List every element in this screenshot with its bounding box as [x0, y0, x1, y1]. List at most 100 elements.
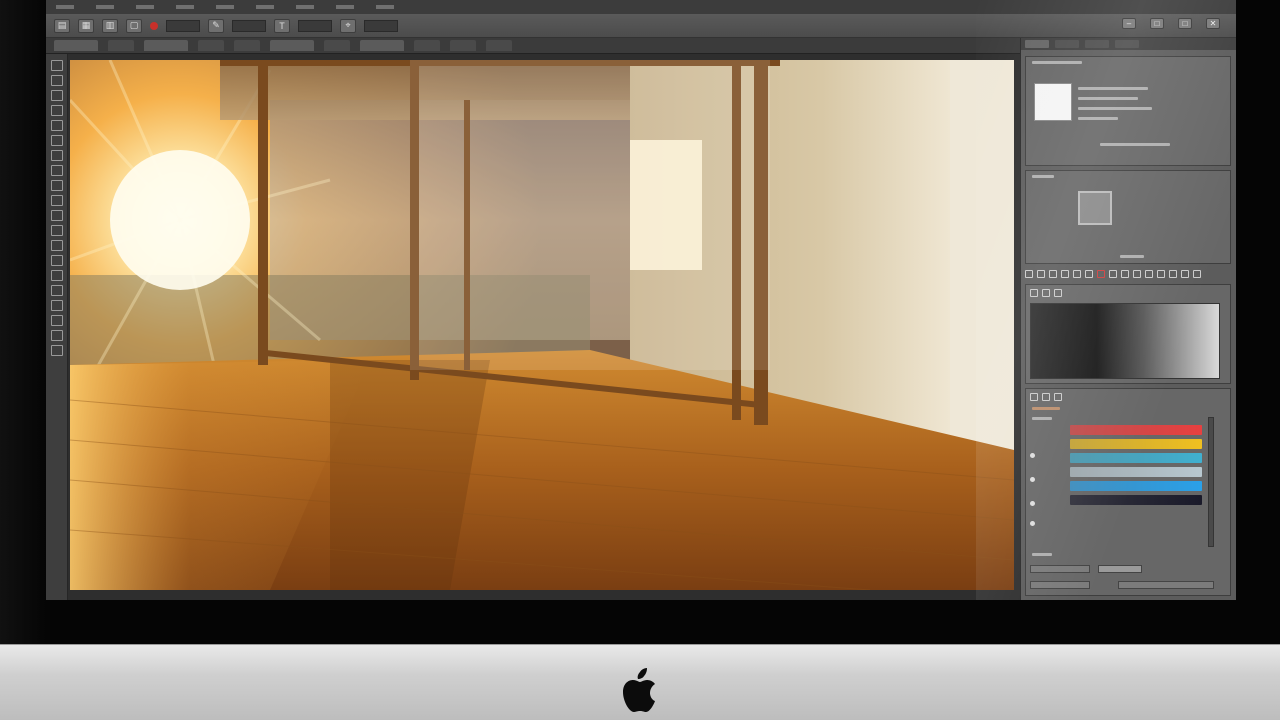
curves-icon[interactable]: [1049, 270, 1057, 278]
layer-lock-icon[interactable]: [1054, 393, 1062, 401]
color-balance-icon[interactable]: [1097, 270, 1105, 278]
document-tab[interactable]: [324, 40, 350, 51]
clone-tool-icon[interactable]: [50, 180, 63, 191]
menu-item[interactable]: [336, 5, 354, 9]
menu-item[interactable]: [96, 5, 114, 9]
type-tool-icon[interactable]: [50, 285, 63, 296]
layers-icon[interactable]: ▥: [102, 18, 118, 33]
posterize-icon[interactable]: [1157, 270, 1165, 278]
layer-option-field[interactable]: [1030, 581, 1090, 589]
color-swatch[interactable]: [1078, 191, 1112, 225]
layers-scrollbar[interactable]: [1208, 417, 1214, 547]
menu-item[interactable]: [176, 5, 194, 9]
menu-item[interactable]: [56, 5, 74, 9]
hue-icon[interactable]: [1085, 270, 1093, 278]
menu-item[interactable]: [216, 5, 234, 9]
document-tab[interactable]: [198, 40, 224, 51]
brightness-icon[interactable]: [1025, 270, 1033, 278]
window-icon[interactable]: ▢: [126, 18, 142, 33]
brush-icon[interactable]: ✎: [208, 18, 224, 33]
options-field-3[interactable]: [298, 19, 332, 32]
minimize-button[interactable]: –: [1122, 18, 1136, 29]
grid-icon[interactable]: ▦: [78, 18, 94, 33]
blur-tool-icon[interactable]: [50, 240, 63, 251]
move-tool-icon[interactable]: [50, 60, 63, 71]
image-canvas[interactable]: [70, 60, 1014, 590]
panel-action-button[interactable]: [1100, 143, 1170, 146]
selective-color-icon[interactable]: [1193, 270, 1201, 278]
layer-color-stripe[interactable]: [1070, 481, 1202, 491]
menu-item[interactable]: [256, 5, 274, 9]
navigator-preview[interactable]: [1030, 303, 1220, 379]
channel-mixer-icon[interactable]: [1133, 270, 1141, 278]
layer-color-stripe[interactable]: [1070, 425, 1202, 435]
layer-option-field[interactable]: [1030, 565, 1090, 573]
document-tab[interactable]: [144, 40, 188, 51]
crop-tool-icon[interactable]: [50, 120, 63, 131]
layer-visibility-icon[interactable]: [1030, 501, 1035, 506]
layer-color-stripe[interactable]: [1070, 439, 1202, 449]
document-tab[interactable]: [108, 40, 134, 51]
layer-visibility-icon[interactable]: [1030, 453, 1035, 458]
layer-kind-icon[interactable]: [1042, 393, 1050, 401]
gradient-tool-icon[interactable]: [50, 225, 63, 236]
invert-icon[interactable]: [1145, 270, 1153, 278]
menu-item[interactable]: [136, 5, 154, 9]
threshold-icon[interactable]: [1169, 270, 1177, 278]
text-icon[interactable]: T: [274, 18, 290, 33]
healing-tool-icon[interactable]: [50, 150, 63, 161]
path-select-tool-icon[interactable]: [50, 300, 63, 311]
document-tab[interactable]: [270, 40, 314, 51]
exposure-icon[interactable]: [1061, 270, 1069, 278]
restore-button[interactable]: □: [1178, 18, 1192, 29]
hand-tool-icon[interactable]: [50, 330, 63, 341]
menu-item[interactable]: [376, 5, 394, 9]
layer-option-field[interactable]: [1098, 565, 1142, 573]
document-tab[interactable]: [360, 40, 404, 51]
layer-color-stripe[interactable]: [1070, 495, 1202, 505]
levels-icon[interactable]: [1037, 270, 1045, 278]
document-tab[interactable]: [486, 40, 512, 51]
close-button[interactable]: ✕: [1206, 18, 1220, 29]
layer-option-field[interactable]: [1118, 581, 1214, 589]
gradient-map-icon[interactable]: [1181, 270, 1189, 278]
layer-visibility-icon[interactable]: [1030, 477, 1035, 482]
options-field-4[interactable]: [364, 19, 398, 32]
vibrance-icon[interactable]: [1073, 270, 1081, 278]
dodge-tool-icon[interactable]: [50, 255, 63, 266]
layer-color-stripe[interactable]: [1070, 467, 1202, 477]
maximize-button[interactable]: □: [1150, 18, 1164, 29]
panel-tab[interactable]: [1115, 40, 1139, 48]
eyedropper-tool-icon[interactable]: [50, 135, 63, 146]
document-tab[interactable]: [234, 40, 260, 51]
pen-tool-icon[interactable]: [50, 270, 63, 281]
document-tab[interactable]: [450, 40, 476, 51]
brush-tool-icon[interactable]: [50, 165, 63, 176]
layer-filter-icon[interactable]: [1030, 393, 1038, 401]
menu-item[interactable]: [296, 5, 314, 9]
document-tab[interactable]: [414, 40, 440, 51]
photo-filter-icon[interactable]: [1121, 270, 1129, 278]
dropper-icon[interactable]: ⌖: [340, 18, 356, 33]
lasso-tool-icon[interactable]: [50, 90, 63, 101]
marquee-tool-icon[interactable]: [50, 75, 63, 86]
fit-icon[interactable]: [1054, 289, 1062, 297]
panel-tab[interactable]: [1085, 40, 1109, 48]
eraser-tool-icon[interactable]: [50, 210, 63, 221]
magic-wand-tool-icon[interactable]: [50, 105, 63, 116]
options-field-2[interactable]: [232, 19, 266, 32]
zoom-out-icon[interactable]: [1030, 289, 1038, 297]
document-thumbnail[interactable]: [1034, 83, 1072, 121]
panel-tab[interactable]: [1025, 40, 1049, 48]
layer-color-stripe[interactable]: [1070, 453, 1202, 463]
options-field-1[interactable]: [166, 19, 200, 32]
layer-visibility-icon[interactable]: [1030, 521, 1035, 526]
panel-tab[interactable]: [1055, 40, 1079, 48]
black-white-icon[interactable]: [1109, 270, 1117, 278]
document-tab[interactable]: [54, 40, 98, 51]
zoom-in-icon[interactable]: [1042, 289, 1050, 297]
new-file-icon[interactable]: ▤: [54, 18, 70, 33]
history-brush-tool-icon[interactable]: [50, 195, 63, 206]
shape-tool-icon[interactable]: [50, 315, 63, 326]
zoom-tool-icon[interactable]: [50, 345, 63, 356]
